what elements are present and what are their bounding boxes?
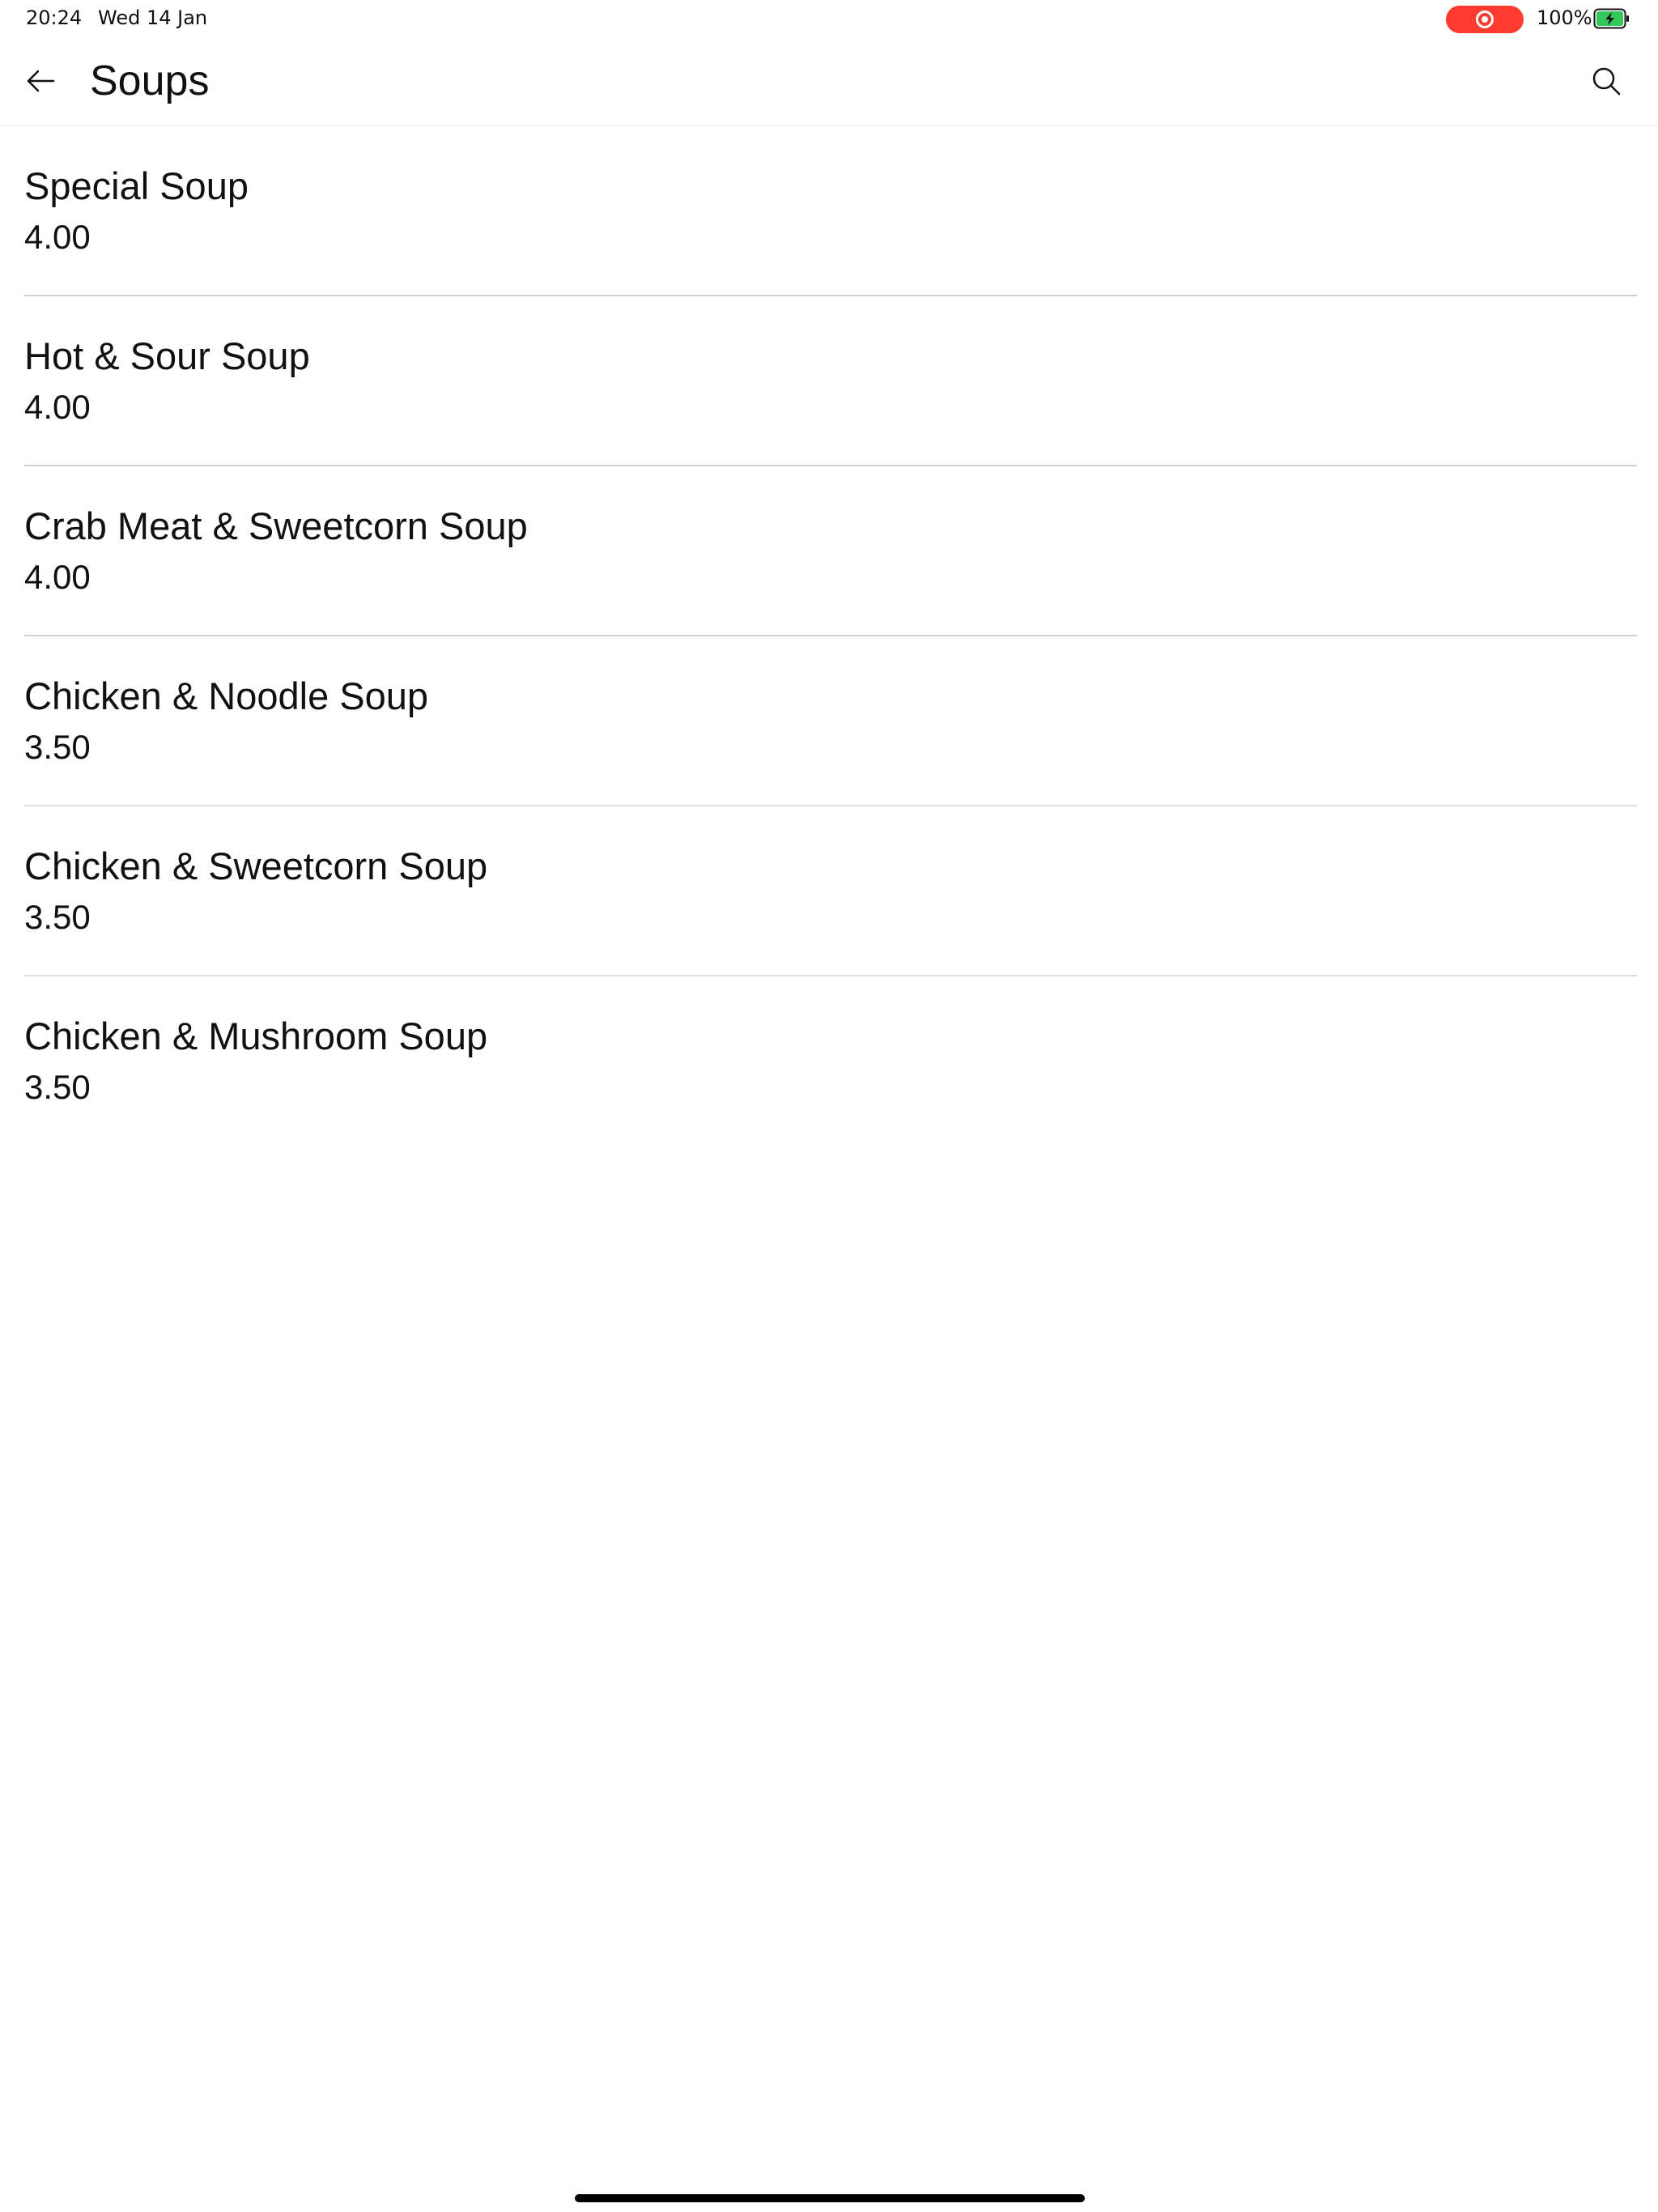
item-price: 4.00 <box>24 218 91 256</box>
battery-charging-icon <box>1593 8 1630 29</box>
record-icon <box>1476 11 1494 28</box>
back-button[interactable] <box>19 62 62 104</box>
status-time: 20:24 <box>26 6 83 29</box>
item-price: 3.50 <box>24 1068 91 1106</box>
item-name: Special Soup <box>24 164 249 207</box>
item-price: 4.00 <box>24 558 91 596</box>
home-indicator[interactable] <box>575 2194 1085 2202</box>
status-date: Wed 14 Jan <box>98 6 208 29</box>
app-screen: 20:24 Wed 14 Jan 100% Soups Special Soup… <box>0 0 1658 2212</box>
menu-item-chicken-sweetcorn-soup[interactable]: Chicken & Sweetcorn Soup 3.50 <box>24 806 1637 976</box>
battery-percent: 100% <box>1537 6 1592 29</box>
status-bar: 20:24 Wed 14 Jan 100% <box>0 0 1658 37</box>
item-name: Crab Meat & Sweetcorn Soup <box>24 504 528 547</box>
search-button[interactable] <box>1585 62 1627 104</box>
search-icon <box>1590 65 1622 101</box>
navigation-bar: Soups <box>0 37 1658 126</box>
screen-recording-indicator[interactable] <box>1446 6 1524 33</box>
page-title: Soups <box>90 57 210 104</box>
item-price: 4.00 <box>24 388 91 426</box>
item-name: Chicken & Sweetcorn Soup <box>24 844 488 887</box>
arrow-left-icon <box>24 65 57 101</box>
menu-item-chicken-noodle-soup[interactable]: Chicken & Noodle Soup 3.50 <box>24 636 1637 806</box>
menu-item-hot-sour-soup[interactable]: Hot & Sour Soup 4.00 <box>24 296 1637 466</box>
menu-item-chicken-mushroom-soup[interactable]: Chicken & Mushroom Soup 3.50 <box>24 976 1637 1146</box>
item-name: Chicken & Mushroom Soup <box>24 1015 488 1057</box>
item-name: Hot & Sour Soup <box>24 334 310 377</box>
menu-item-list: Special Soup 4.00 Hot & Sour Soup 4.00 C… <box>24 126 1637 1146</box>
item-price: 3.50 <box>24 898 91 936</box>
item-name: Chicken & Noodle Soup <box>24 674 429 717</box>
menu-item-special-soup[interactable]: Special Soup 4.00 <box>24 126 1637 296</box>
item-price: 3.50 <box>24 728 91 766</box>
menu-item-crab-meat-sweetcorn-soup[interactable]: Crab Meat & Sweetcorn Soup 4.00 <box>24 466 1637 636</box>
